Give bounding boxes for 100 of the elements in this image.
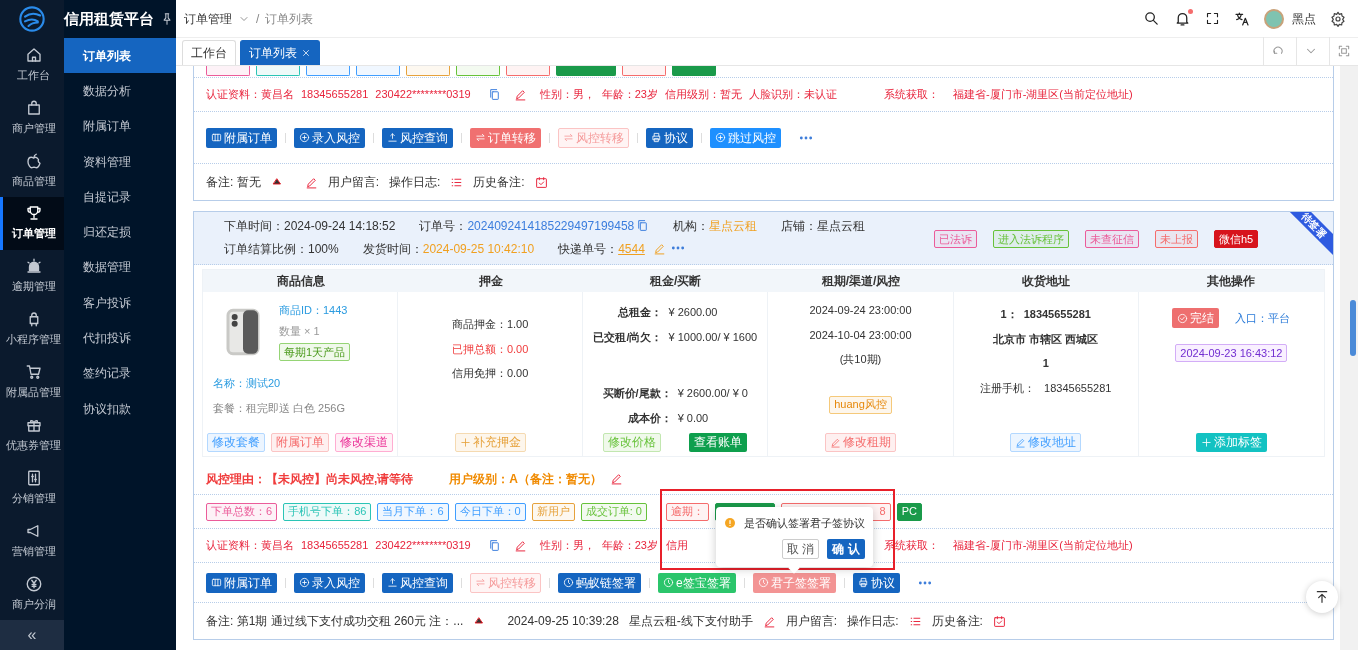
nav-icon <box>24 257 43 276</box>
notification-icon[interactable] <box>1174 10 1191 27</box>
submenu-item[interactable]: 签约记录 <box>64 355 176 391</box>
risk-reason: 风控理由：【未风控】尚未风控,请等待 <box>206 470 414 488</box>
copy-icon[interactable] <box>487 88 501 101</box>
address-line: 1 <box>1042 356 1049 371</box>
nav-item[interactable]: 小程序管理 <box>0 302 64 356</box>
plus-icon <box>1200 437 1212 448</box>
user-name[interactable]: 黑点 <box>1292 9 1316 28</box>
field-value: 星点云租 <box>709 219 758 233</box>
calendar-icon[interactable] <box>992 614 1006 628</box>
remark-operator: 星点云租-线下支付助手 <box>628 613 753 630</box>
submenu-item[interactable]: 协议扣款 <box>64 390 176 427</box>
rent-label: 买断价/尾款： <box>602 386 672 401</box>
action-button[interactable]: 风控查询 <box>382 127 453 148</box>
nav-item[interactable]: 商户分润 <box>0 567 64 620</box>
nav-item[interactable]: 优惠券管理 <box>0 408 64 462</box>
settings-icon[interactable] <box>1330 10 1346 27</box>
fullscreen-icon[interactable] <box>1205 11 1220 26</box>
app-title: 信用租赁平台 <box>64 8 154 29</box>
action-button[interactable]: 附属订单 <box>206 127 277 148</box>
close-icon[interactable] <box>301 48 311 58</box>
entry-label: 入口：平台 <box>1235 310 1291 326</box>
calendar-icon[interactable] <box>534 175 548 189</box>
status-tag: 进入法诉程序 <box>993 230 1069 248</box>
action-button[interactable]: 查看账单 <box>689 433 748 452</box>
field-label: 订单号： <box>419 219 468 233</box>
status-tag: 微信h5 <box>1214 230 1259 248</box>
nav-item[interactable]: 订单管理 <box>0 196 64 250</box>
grid-icon <box>211 577 222 588</box>
edit-icon <box>1015 437 1027 448</box>
avatar[interactable] <box>1264 8 1284 29</box>
action-button[interactable]: 修改渠道 <box>335 433 393 452</box>
action-button[interactable]: 风控查询 <box>382 572 453 593</box>
remark-time: 2024-09-25 10:39:28 <box>507 613 619 630</box>
auth-field: 人脸识别：未认证 <box>749 86 837 103</box>
action-button[interactable]: 附属订单 <box>206 572 277 593</box>
order-number-link[interactable]: 2024092414185229497199458 <box>467 219 635 233</box>
expand-toggle-icon[interactable] <box>270 176 283 188</box>
edit-icon[interactable] <box>513 88 527 101</box>
nav-icon <box>24 204 43 223</box>
edit-icon[interactable] <box>513 539 527 552</box>
edit-icon[interactable] <box>304 175 318 189</box>
clock-icon <box>663 577 674 588</box>
action-button[interactable]: 订单转移 <box>470 127 541 148</box>
action-button[interactable]: 协议 <box>852 572 900 593</box>
action-button[interactable]: 协议 <box>646 127 693 148</box>
field-label: 下单时间： <box>224 219 284 233</box>
nav-item[interactable]: 逾期管理 <box>0 249 64 303</box>
submenu-item[interactable]: 附属订单 <box>64 108 176 144</box>
nav-icon <box>24 363 43 382</box>
submenu-item[interactable]: 自提记录 <box>64 179 176 215</box>
collapse-button[interactable]: « <box>0 620 64 650</box>
action-button[interactable]: 跳过风控 <box>710 127 781 148</box>
confirm-button[interactable]: 确 认 <box>827 539 865 559</box>
location-value: 福建省-厦门市-湖里区(当前定位地址) <box>953 538 1133 554</box>
nav-item[interactable]: 工作台 <box>0 38 64 91</box>
edit-icon[interactable] <box>610 472 623 485</box>
action-button[interactable]: 录入风控 <box>294 127 365 148</box>
back-to-top-button[interactable] <box>1306 581 1338 613</box>
grid-icon <box>211 132 222 143</box>
submenu-item[interactable]: 数据管理 <box>64 249 176 286</box>
breadcrumb-item[interactable]: 订单管理 <box>184 9 232 28</box>
swap-icon <box>475 577 486 588</box>
field-label: 店铺： <box>781 219 818 233</box>
submenu-item[interactable]: 客户投诉 <box>64 285 176 321</box>
copy-icon[interactable] <box>487 539 501 552</box>
edit-icon[interactable] <box>762 614 776 628</box>
submenu-item[interactable]: 数据分析 <box>64 73 176 109</box>
nav-item[interactable]: 商户管理 <box>0 90 64 144</box>
nav-item[interactable]: 营销管理 <box>0 514 64 568</box>
expand-toggle-icon[interactable] <box>473 615 486 627</box>
submenu-item[interactable]: 归还定损 <box>64 214 176 250</box>
tag: 手机号下单：86 <box>283 502 372 521</box>
message-label: 用户留言: <box>785 613 838 630</box>
action-button[interactable]: 蚂蚁链签署 <box>558 572 641 593</box>
nav-item[interactable]: 商品管理 <box>0 143 64 197</box>
cancel-button[interactable]: 取 消 <box>782 539 820 559</box>
submenu-item[interactable]: 资料管理 <box>64 143 176 180</box>
nav-item[interactable]: 附属品管理 <box>0 355 64 409</box>
copy-icon[interactable] <box>636 219 650 232</box>
swap-icon <box>563 132 574 143</box>
expand-icon[interactable] <box>1337 44 1351 58</box>
submenu-item[interactable]: 代扣投诉 <box>64 320 176 356</box>
page-tab[interactable]: 工作台 <box>182 40 236 65</box>
auth-field: 性别：男， <box>539 86 595 103</box>
submenu-item[interactable]: 订单列表 <box>64 38 176 74</box>
page-tab[interactable]: 订单列表 <box>240 40 320 65</box>
log-label: 操作日志: <box>389 174 441 191</box>
column-header: 其他操作 <box>1138 270 1324 292</box>
warning-icon <box>723 516 736 529</box>
search-icon[interactable] <box>1143 10 1160 27</box>
package-info: 套餐：租完即送 白色 256G <box>212 400 347 416</box>
nav-item[interactable]: 分销管理 <box>0 461 64 515</box>
field-label: 快递单号： <box>558 242 619 256</box>
time-tag: 2024-09-23 16:43:12 <box>1175 344 1288 362</box>
scrollbar-thumb[interactable] <box>1350 300 1356 356</box>
translate-icon[interactable] <box>1234 10 1250 27</box>
complete-button[interactable]: 完结 <box>1172 308 1220 328</box>
action-button[interactable]: 录入风控 <box>294 572 365 593</box>
